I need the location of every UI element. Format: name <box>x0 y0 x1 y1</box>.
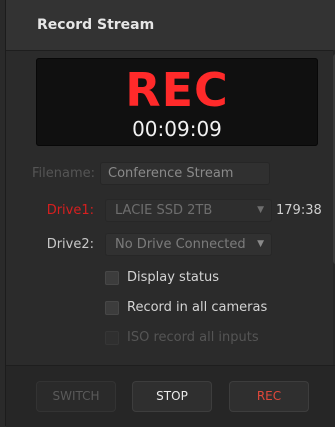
drive1-value: LACIE SSD 2TB <box>115 203 213 218</box>
drive1-dropdown[interactable]: LACIE SSD 2TB ▼ <box>105 199 272 222</box>
drive1-remaining-time: 179:38 <box>276 203 322 218</box>
filename-field[interactable]: Conference Stream <box>100 162 270 185</box>
iso-record-all-inputs-label: ISO record all inputs <box>127 330 259 345</box>
rec-indicator: REC <box>125 63 229 117</box>
filename-label: Filename: <box>32 166 96 181</box>
drive2-label: Drive2: <box>46 237 94 252</box>
switch-button[interactable]: SWITCH <box>36 381 116 412</box>
button-bar: SWITCH STOP REC <box>6 365 335 427</box>
drive1-label: Drive1: <box>46 203 94 218</box>
record-all-cameras-checkbox[interactable] <box>105 301 119 315</box>
panel-header: Record Stream <box>6 0 335 51</box>
panel-title: Record Stream <box>37 17 155 33</box>
rec-button[interactable]: REC <box>229 381 309 412</box>
record-all-cameras-label: Record in all cameras <box>127 300 268 315</box>
drive2-dropdown[interactable]: No Drive Connected ▼ <box>105 233 272 256</box>
stop-button[interactable]: STOP <box>132 381 212 412</box>
record-stream-panel: Record Stream REC 00:09:09 Filename: Con… <box>5 0 335 427</box>
display-status-label: Display status <box>127 270 219 285</box>
chevron-down-icon: ▼ <box>257 239 264 249</box>
chevron-down-icon: ▼ <box>257 205 264 215</box>
iso-record-all-inputs-checkbox[interactable] <box>105 331 119 345</box>
record-status-display: REC 00:09:09 <box>36 58 318 146</box>
record-timecode: 00:09:09 <box>132 117 222 141</box>
drive2-value: No Drive Connected <box>115 237 246 252</box>
display-status-checkbox[interactable] <box>105 271 119 285</box>
